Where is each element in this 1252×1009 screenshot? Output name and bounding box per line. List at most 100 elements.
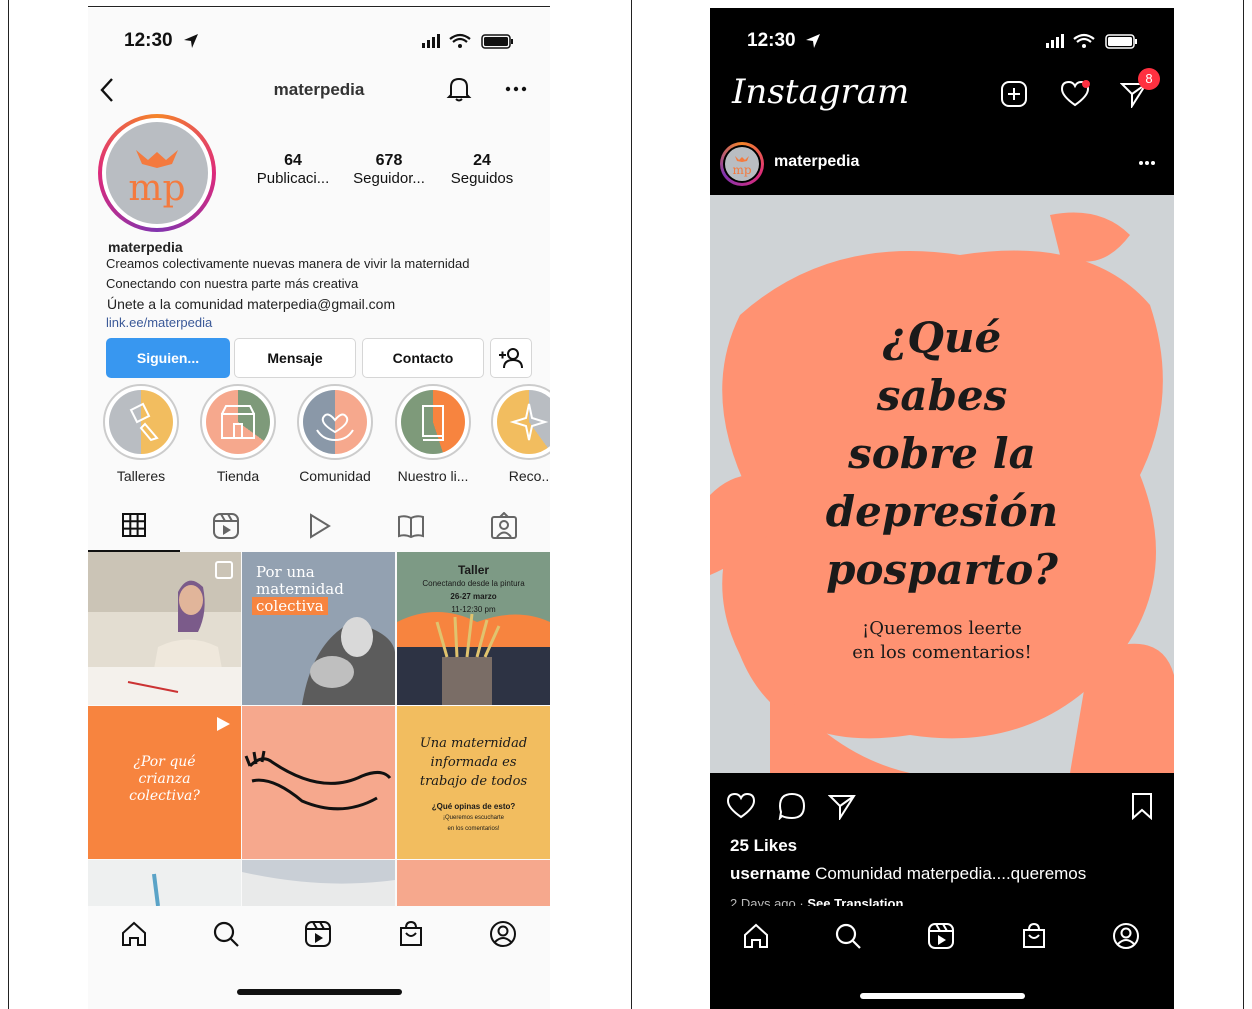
grid-post-6[interactable]: Una maternidad informada es trabajo de t… [397, 706, 550, 859]
signal-wifi-battery-icon [1046, 33, 1137, 49]
svg-text:mp: mp [732, 163, 751, 177]
post-subtext-line2: en los comentarios! [852, 642, 1032, 663]
home-icon[interactable] [120, 920, 148, 948]
post-author-name[interactable]: materpedia [774, 153, 859, 171]
book-page-image [242, 860, 395, 884]
bottom-nav [710, 906, 1174, 1009]
stat-following-label: Seguidos [450, 170, 514, 187]
heart-hands-icon [316, 413, 354, 442]
post6-line1: Una maternidad [419, 736, 528, 751]
status-time: 12:30 [124, 30, 173, 51]
post-text-line4: depresión [825, 487, 1059, 536]
grid-post-4[interactable]: ¿Por qué crianza colectiva? [88, 706, 241, 859]
guide-tab-icon[interactable] [397, 512, 425, 540]
sparkle-icon [509, 403, 549, 441]
add-friend-button[interactable] [490, 338, 532, 378]
reels-tab-icon[interactable] [212, 512, 240, 540]
stat-following-value: 24 [473, 152, 491, 169]
stat-posts[interactable]: 64 Publicaci... [250, 152, 336, 187]
grid-post-7[interactable] [88, 860, 241, 906]
post-image[interactable]: ¿Qué sabes sobre la depresión posparto? … [710, 195, 1174, 773]
frame-divider-right [1243, 0, 1244, 1009]
search-icon[interactable] [834, 922, 862, 950]
comment-icon[interactable] [778, 792, 806, 820]
mother-baby-image [302, 617, 395, 705]
reels-icon[interactable] [927, 922, 955, 950]
grid-icon[interactable] [121, 512, 147, 538]
brush-photo-image [152, 873, 160, 906]
posts-grid: Por una maternidad colectiva Taller Cone… [88, 552, 550, 906]
post4-line3: colectiva? [129, 788, 200, 804]
profile-screen: 12:30 materpedia mp 64 Publicaci... 678 … [88, 8, 550, 1009]
contact-button[interactable]: Contacto [362, 338, 484, 378]
post6-small2: en los comentarios! [447, 826, 500, 832]
tagged-tab-icon[interactable] [490, 512, 518, 540]
home-indicator [860, 993, 1025, 999]
grid-post-2[interactable]: Por una maternidad colectiva [242, 552, 395, 705]
message-button[interactable]: Mensaje [234, 338, 356, 378]
profile-icon[interactable] [489, 920, 517, 948]
share-icon[interactable] [828, 792, 856, 820]
grid-post-5[interactable] [242, 706, 395, 859]
shop-bag-icon[interactable] [1020, 922, 1048, 950]
post-caption: username Comunidad materpedia....queremo… [730, 864, 1086, 884]
grid-post-1[interactable] [88, 552, 241, 705]
profile-username-title: materpedia [273, 80, 365, 99]
stat-followers-value: 678 [375, 152, 403, 169]
post-options-icon[interactable] [1138, 160, 1156, 166]
caption-text: Comunidad materpedia....queremos [815, 864, 1087, 883]
status-bar: 12:30 [710, 30, 1174, 51]
hug-arms-icon [244, 750, 392, 811]
bio-link[interactable]: link.ee/materpedia [106, 315, 212, 330]
location-arrow-icon [806, 34, 820, 48]
highlight-comunidad[interactable]: Comunidad [296, 384, 374, 484]
activity-heart-icon[interactable] [1060, 80, 1090, 108]
stat-followers-label: Seguidor... [353, 170, 425, 187]
stat-following[interactable]: 24 Seguidos [442, 152, 522, 187]
post-text-line1: ¿Qué [882, 313, 1002, 362]
post3-date: 26-27 marzo [450, 592, 497, 601]
post-author-avatar[interactable]: mp [720, 142, 764, 186]
shop-bag-icon[interactable] [397, 920, 425, 948]
following-button[interactable]: Siguien... [106, 338, 230, 378]
grid-post-8[interactable] [242, 860, 395, 906]
add-user-icon [499, 348, 523, 369]
post-subtext-line1: ¡Queremos leerte [862, 618, 1022, 639]
status-bar: 12:30 [88, 30, 550, 51]
video-tab-icon[interactable] [306, 512, 332, 540]
grid-post-9[interactable] [397, 860, 550, 906]
post4-line1: ¿Por qué [133, 754, 196, 770]
profile-avatar[interactable]: mp [98, 114, 216, 232]
stat-followers[interactable]: 678 Seguidor... [344, 152, 434, 187]
location-arrow-icon [184, 34, 198, 48]
save-bookmark-icon[interactable] [1130, 792, 1154, 820]
reels-icon[interactable] [304, 920, 332, 948]
feed-screen: 12:30 Instagram 8 mp materpedia ¿Qué sab… [710, 8, 1174, 1009]
likes-count[interactable]: 25 Likes [730, 836, 797, 856]
home-icon[interactable] [742, 922, 770, 950]
profile-icon[interactable] [1112, 922, 1140, 950]
highlight-label: Talleres [116, 468, 166, 484]
search-icon[interactable] [212, 920, 240, 948]
materpedia-logo-icon: mp [732, 156, 752, 177]
post6-small1: ¡Queremos escucharte [442, 815, 505, 821]
post3-sub: Conectando desde la pintura [422, 579, 525, 588]
post4-line2: crianza [138, 771, 191, 787]
caption-username[interactable]: username [730, 864, 810, 883]
instagram-logo: Instagram [732, 72, 910, 112]
grid-post-3[interactable]: Taller Conectando desde la pintura 26-27… [397, 552, 550, 705]
post-text-line5: posparto? [826, 545, 1058, 594]
highlight-tienda[interactable]: Tienda [199, 384, 277, 484]
more-options-icon[interactable] [505, 86, 527, 92]
new-post-icon[interactable] [1000, 80, 1028, 108]
highlight-nuestro-libro[interactable]: Nuestro li... [394, 384, 472, 484]
post-header: mp materpedia [710, 138, 1174, 194]
frame-divider-left [8, 0, 9, 1009]
highlight-talleres[interactable]: Talleres [102, 384, 180, 484]
svg-text:mp: mp [128, 168, 185, 209]
bell-icon[interactable] [445, 75, 473, 103]
post3-time: 11-12:30 pm [451, 605, 496, 614]
like-heart-icon[interactable] [726, 792, 756, 820]
post-text-line2: sabes [876, 371, 1008, 420]
highlight-recomendaciones[interactable]: Reco.. [490, 384, 550, 484]
